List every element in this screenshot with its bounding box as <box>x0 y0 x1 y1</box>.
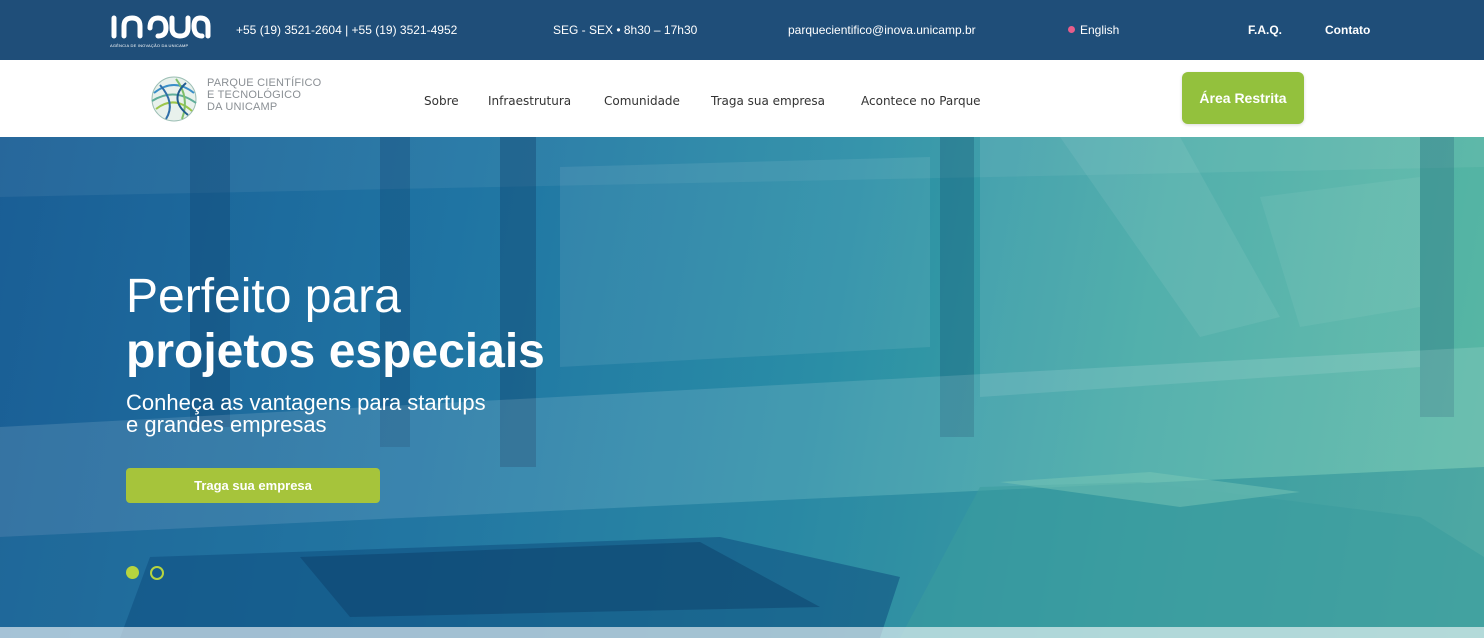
language-switch[interactable]: English <box>1068 22 1119 38</box>
hero-subtitle-line: e grandes empresas <box>126 412 327 437</box>
hero-bottom-edge <box>0 627 1484 638</box>
logo-tagline: AGÊNCIA DE INOVAÇÃO DA UNICAMP <box>110 43 189 48</box>
hero-title-bold: projetos especiais <box>126 325 545 378</box>
park-name-line: DA UNICAMP <box>207 101 278 113</box>
inova-logo[interactable]: AGÊNCIA DE INOVAÇÃO DA UNICAMP <box>110 12 212 50</box>
slider-dot[interactable] <box>150 566 164 580</box>
opening-hours: SEG - SEX • 8h30 – 17h30 <box>553 23 698 37</box>
email-link[interactable]: parquecientifico@inova.unicamp.br <box>788 22 976 38</box>
nav-link-comunidade[interactable]: Comunidade <box>604 94 680 108</box>
park-name: PARQUE CIENTÍFICO E TECNOLÓGICO DA UNICA… <box>207 77 321 113</box>
nav-link-traga-sua-empresa[interactable]: Traga sua empresa <box>711 94 825 108</box>
restricted-area-button[interactable]: Área Restrita <box>1182 72 1304 124</box>
top-info-bar: AGÊNCIA DE INOVAÇÃO DA UNICAMP +55 (19) … <box>0 0 1484 60</box>
nav-link-sobre[interactable]: Sobre <box>424 94 459 108</box>
nav-link-acontece-no-parque[interactable]: Acontece no Parque <box>861 94 981 108</box>
hero-title-light: Perfeito para <box>126 270 401 323</box>
hero-cta-button[interactable]: Traga sua empresa <box>126 468 380 503</box>
inova-logo-icon <box>111 15 211 39</box>
park-name-line: E TECNOLÓGICO <box>207 89 302 101</box>
flag-dot-icon <box>1068 26 1075 33</box>
nav-link-infraestrutura[interactable]: Infraestrutura <box>488 94 571 108</box>
language-label: English <box>1080 23 1120 37</box>
park-globe-logo-icon[interactable] <box>146 73 202 125</box>
faq-link[interactable]: F.A.Q. <box>1248 22 1282 38</box>
hero-background-image <box>0 137 1484 638</box>
park-name-line: PARQUE CIENTÍFICO <box>207 77 322 89</box>
main-navbar: PARQUE CIENTÍFICO E TECNOLÓGICO DA UNICA… <box>0 60 1484 137</box>
hero-slider: Perfeito para projetos especiais Conheça… <box>0 137 1484 638</box>
slider-dot-active[interactable] <box>126 566 139 579</box>
contact-link[interactable]: Contato <box>1325 22 1370 38</box>
phone-numbers[interactable]: +55 (19) 3521-2604 | +55 (19) 3521-4952 <box>236 22 457 38</box>
